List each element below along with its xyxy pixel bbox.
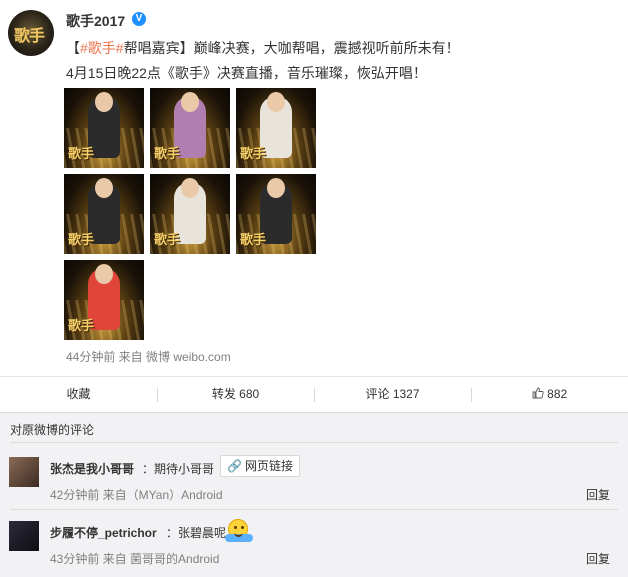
commenter-name[interactable]: 张杰是我小哥哥	[50, 460, 134, 477]
singer-head	[267, 92, 285, 112]
image-thumb-7[interactable]: 歌手	[64, 260, 144, 340]
comment-button[interactable]: 评论 1327	[314, 377, 471, 413]
comments-title: 对原微博的评论	[10, 423, 95, 437]
post-text-line-1: 【#歌手#帮唱嘉宾】巅峰决赛，大咖帮唱，震撼视听前所未有！	[66, 38, 460, 58]
image-thumb-6[interactable]: 歌手	[236, 174, 316, 254]
comment-text: ：期待小哥哥	[142, 462, 215, 476]
comment-time: 43分钟前 来自 菌哥哥的Android	[50, 552, 220, 566]
image-thumb-5[interactable]: 歌手	[150, 174, 230, 254]
singer-head	[95, 264, 113, 284]
image-thumb-4[interactable]: 歌手	[64, 174, 144, 254]
emoji-hands	[225, 534, 253, 542]
weibo-post: 歌手 歌手2017 V 【#歌手#帮唱嘉宾】巅峰决赛，大咖帮唱，震撼视听前所未有…	[0, 0, 628, 376]
avatar-logo: 歌手	[14, 26, 45, 45]
post-meta[interactable]: 44分钟前 来自 微博 weibo.com	[66, 348, 231, 365]
reply-button[interactable]: 回复	[586, 550, 610, 567]
show-logo: 歌手	[240, 147, 267, 162]
favorite-button[interactable]: 收藏	[0, 377, 157, 413]
singer-head	[95, 92, 113, 112]
comments-panel: 对原微博的评论 张杰是我小哥哥 ：期待小哥哥 🔗 网页链接 42分钟前 来自（MY…	[0, 412, 628, 577]
commenter-avatar[interactable]	[9, 457, 39, 487]
show-logo: 歌手	[68, 147, 95, 162]
image-thumb-3[interactable]: 歌手	[236, 88, 316, 168]
link-icon: 🔗	[227, 459, 242, 473]
commenter-name[interactable]: 步履不停_petrichor	[50, 524, 157, 541]
show-logo: 歌手	[68, 233, 95, 248]
singer-head	[181, 178, 199, 198]
like-button[interactable]: 882	[471, 377, 628, 413]
singer-head	[267, 178, 285, 198]
post-text-rest: 帮唱嘉宾】巅峰决赛，大咖帮唱，震撼视听前所未有！	[123, 40, 460, 56]
post-username[interactable]: 歌手2017	[66, 11, 125, 31]
show-logo: 歌手	[154, 147, 181, 162]
bracket-open: 【	[66, 40, 80, 56]
post-text-line-2: 4月15日晚22点《歌手》决赛直播，音乐璀璨，恢弘开唱！	[66, 65, 427, 81]
web-link-button[interactable]: 🔗 网页链接	[220, 455, 300, 477]
show-logo: 歌手	[240, 233, 267, 248]
link-label: 网页链接	[244, 459, 293, 473]
hashtag-link[interactable]: #歌手#	[80, 40, 124, 56]
comment-time: 42分钟前 来自（MYan）Android	[50, 488, 223, 502]
verified-v-icon: V	[132, 12, 146, 26]
show-logo: 歌手	[68, 319, 95, 334]
image-thumb-2[interactable]: 歌手	[150, 88, 230, 168]
image-thumb-1[interactable]: 歌手	[64, 88, 144, 168]
forward-button[interactable]: 转发 680	[157, 377, 314, 413]
thumbs-up-icon	[532, 387, 547, 401]
singer-head	[95, 178, 113, 198]
reply-button[interactable]: 回复	[586, 486, 610, 503]
comment-text: ：张碧晨呢	[166, 526, 227, 540]
comment-divider	[10, 509, 618, 510]
like-count: 882	[547, 387, 568, 401]
show-logo: 歌手	[154, 233, 181, 248]
action-bar: 收藏 转发 680 评论 1327 882	[0, 376, 628, 412]
comments-divider	[10, 442, 618, 443]
singer-head	[181, 92, 199, 112]
commenter-avatar[interactable]	[9, 521, 39, 551]
account-avatar[interactable]: 歌手	[8, 10, 54, 56]
hugging-emoji-icon	[225, 519, 253, 542]
